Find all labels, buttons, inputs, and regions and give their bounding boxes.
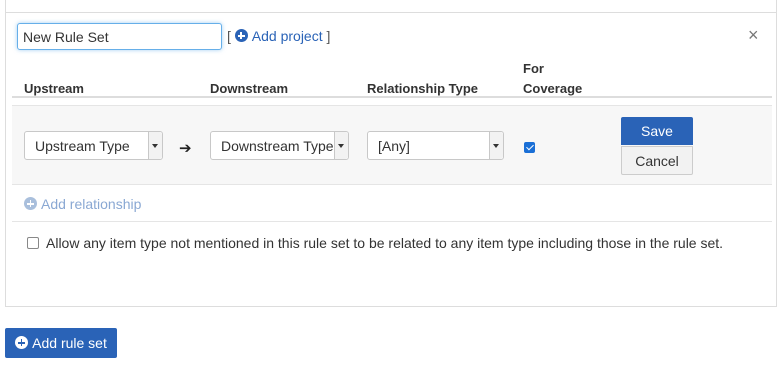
header-for-coverage-line1: For xyxy=(523,61,544,76)
add-project-link[interactable]: Add project xyxy=(234,28,327,44)
relationship-type-value: [Any] xyxy=(378,138,410,154)
upstream-type-value: Upstream Type xyxy=(35,138,130,154)
plus-circle-icon xyxy=(234,29,248,42)
upstream-type-select[interactable]: Upstream Type xyxy=(24,131,163,160)
plus-circle-icon xyxy=(24,197,37,210)
allow-any-item-type-label: Allow any item type not mentioned in thi… xyxy=(46,235,724,251)
section-divider xyxy=(12,221,772,222)
add-relationship-link[interactable]: Add relationship xyxy=(24,196,141,212)
chevron-down-icon xyxy=(489,132,503,159)
save-button[interactable]: Save xyxy=(621,117,693,145)
chevron-down-icon xyxy=(334,132,348,159)
plus-circle-icon xyxy=(15,336,29,349)
add-project: [ Add project ] xyxy=(227,28,330,44)
add-project-label: Add project xyxy=(251,28,323,44)
rule-set-name-input[interactable] xyxy=(17,23,222,50)
header-divider xyxy=(12,96,772,98)
add-relationship-label: Add relationship xyxy=(41,196,142,212)
add-rule-set-label: Add rule set xyxy=(32,335,107,351)
arrow-right-icon: ➔ xyxy=(179,140,192,157)
relationship-type-select[interactable]: [Any] xyxy=(367,131,504,160)
previous-panel-edge xyxy=(5,0,777,12)
for-coverage-checkbox[interactable] xyxy=(524,142,535,153)
chevron-down-icon xyxy=(148,132,162,159)
cancel-button[interactable]: Cancel xyxy=(621,146,693,175)
close-icon[interactable]: × xyxy=(748,26,759,44)
downstream-type-select[interactable]: Downstream Type xyxy=(210,131,349,160)
allow-any-item-type-checkbox[interactable] xyxy=(27,237,39,249)
bracket-close: ] xyxy=(326,28,331,44)
add-rule-set-button[interactable]: Add rule set xyxy=(5,328,117,358)
bracket-open: [ xyxy=(227,28,231,44)
downstream-type-value: Downstream Type xyxy=(221,138,334,154)
